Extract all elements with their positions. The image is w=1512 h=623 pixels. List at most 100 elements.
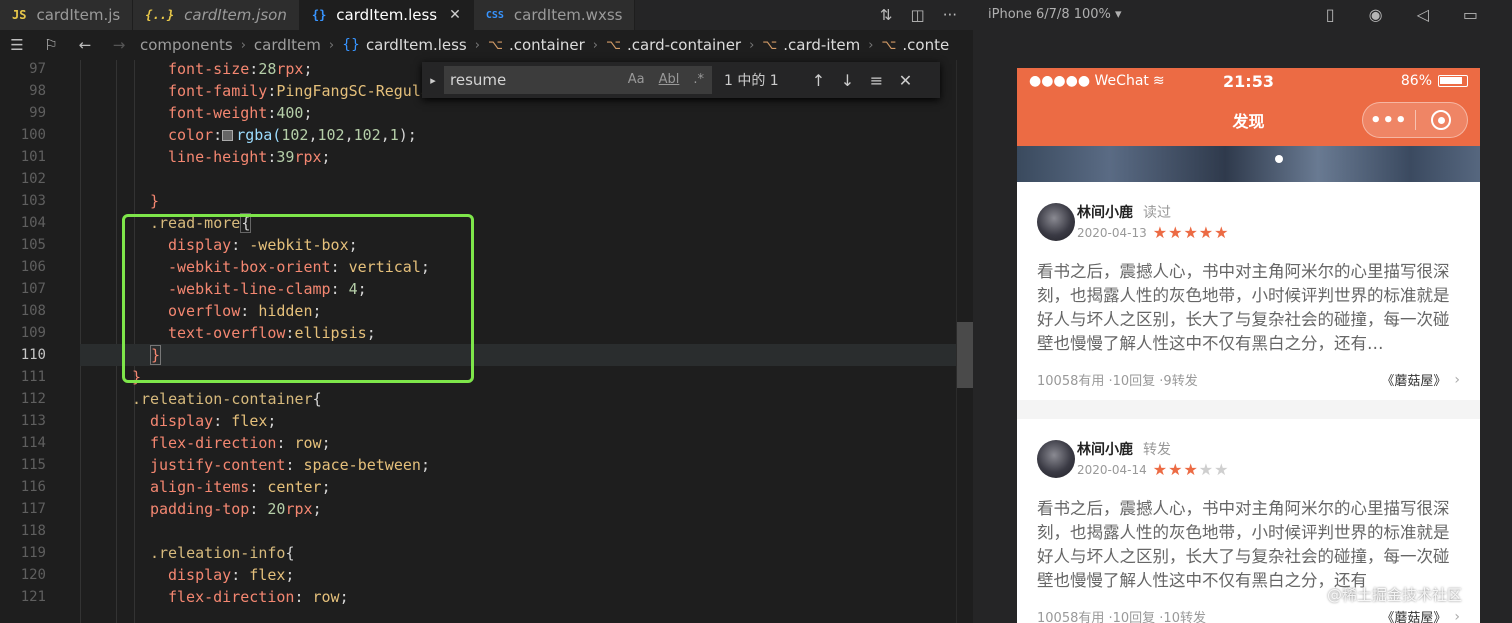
avatar[interactable] bbox=[1037, 439, 1075, 478]
star-filled-icon: ★ bbox=[1214, 223, 1229, 242]
previous-match-icon[interactable]: ↑ bbox=[804, 71, 833, 90]
toggle-replace-icon[interactable]: ▸ bbox=[422, 74, 444, 87]
crumb-file[interactable]: cardItem.less bbox=[366, 36, 467, 54]
user-name[interactable]: 林间小鹿 bbox=[1077, 439, 1133, 459]
chevron-right-icon: › bbox=[868, 37, 874, 53]
next-match-icon[interactable]: ↓ bbox=[833, 71, 862, 90]
whole-word-button[interactable]: Abl bbox=[659, 72, 680, 87]
code-line: 119 .releation-info{ bbox=[20, 544, 295, 562]
navigation-bar: 发现 ••• bbox=[1017, 94, 1480, 146]
close-miniprogram-icon[interactable] bbox=[1415, 110, 1467, 130]
chevron-right-icon: › bbox=[592, 37, 598, 53]
back-arrow-icon[interactable]: ← bbox=[68, 36, 102, 54]
code-line: 101 line-height:39rpx; bbox=[20, 148, 331, 166]
star-filled-icon: ★ bbox=[1198, 223, 1214, 242]
star-filled-icon: ★ bbox=[1168, 223, 1183, 242]
phone-icon[interactable]: ▯ bbox=[1326, 5, 1335, 24]
symbol-icon: ⌥ bbox=[487, 37, 503, 53]
less-file-icon: {} bbox=[342, 37, 360, 53]
avatar[interactable] bbox=[1037, 202, 1075, 241]
window-icon[interactable]: ▭ bbox=[1463, 5, 1478, 24]
star-filled-icon: ★ bbox=[1183, 460, 1198, 479]
js-file-icon: JS bbox=[12, 8, 27, 22]
breadcrumb: ☰ ⚐ ← → components › cardItem › {} cardI… bbox=[0, 30, 973, 60]
regex-button[interactable]: .* bbox=[693, 72, 704, 87]
scrollbar-thumb[interactable] bbox=[957, 322, 973, 388]
record-icon[interactable]: ◉ bbox=[1369, 5, 1383, 24]
color-swatch[interactable] bbox=[222, 130, 234, 141]
review-card[interactable]: 林间小鹿 读过 2020-04-13 ★ ★ ★ ★ ★ 看书之后，震撼人心，书… bbox=[1017, 182, 1480, 400]
chevron-right-icon: › bbox=[240, 37, 246, 53]
close-icon[interactable]: ✕ bbox=[891, 71, 920, 90]
close-icon[interactable]: ✕ bbox=[449, 7, 461, 23]
css-file-icon: CSS bbox=[485, 9, 504, 21]
star-filled-icon: ★ bbox=[1168, 460, 1183, 479]
code-line: 114 flex-direction: row; bbox=[20, 434, 331, 452]
bookmark-icon[interactable]: ⚐ bbox=[34, 36, 68, 54]
tab-label: cardItem.json bbox=[184, 6, 287, 24]
code-line: 115 justify-content: space-between; bbox=[20, 456, 430, 474]
star-empty-icon: ★ bbox=[1198, 460, 1214, 479]
code-line-number: 110 bbox=[20, 347, 46, 363]
forward-arrow-icon[interactable]: → bbox=[102, 36, 136, 54]
chevron-right-icon: › bbox=[328, 37, 335, 53]
phone-screen: ●●●●● WeChat ≋ 21:53 86% 发现 ••• 林间小鹿 读过 … bbox=[1017, 68, 1480, 623]
crumb-carditem[interactable]: cardItem bbox=[254, 36, 321, 54]
code-editor: JS cardItem.js {..} cardItem.json {} car… bbox=[0, 0, 973, 623]
find-options: Aa Abl .* bbox=[628, 72, 704, 87]
code-line: 102 bbox=[20, 171, 46, 187]
compare-icon[interactable]: ⇅ bbox=[880, 6, 893, 24]
review-date: 2020-04-13 bbox=[1077, 226, 1147, 240]
carousel-indicator[interactable] bbox=[1275, 155, 1283, 163]
chevron-right-icon: › bbox=[749, 37, 755, 53]
crumb-container[interactable]: .container bbox=[509, 36, 585, 54]
status-bar: ●●●●● WeChat ≋ 21:53 86% bbox=[1017, 68, 1480, 94]
tab-actions: ⇅ ◫ ··· bbox=[880, 0, 973, 30]
symbol-icon: ⌥ bbox=[605, 37, 621, 53]
editor-tabs: JS cardItem.js {..} cardItem.json {} car… bbox=[0, 0, 973, 30]
tab-label: cardItem.less bbox=[336, 6, 438, 24]
review-meta: 10058有用 ·10回复 ·10转发 《蘑菇屋》 › bbox=[1037, 607, 1460, 623]
volume-icon[interactable]: ◁ bbox=[1417, 5, 1429, 24]
more-icon[interactable]: ··· bbox=[943, 6, 957, 24]
crumb-card-container[interactable]: .card-container bbox=[627, 36, 741, 54]
tab-carditem-wxss[interactable]: CSS cardItem.wxss bbox=[473, 0, 636, 30]
watermark: @稀土掘金技术社区 bbox=[1326, 586, 1462, 604]
simulator-actions: ▯ ◉ ◁ ▭ bbox=[1326, 5, 1512, 24]
review-date: 2020-04-14 bbox=[1077, 463, 1147, 477]
user-action: 读过 bbox=[1143, 205, 1171, 221]
device-select[interactable]: iPhone 6/7/8 100% ▾ bbox=[988, 7, 1122, 22]
review-stats: 10058有用 ·10回复 ·9转发 bbox=[1037, 374, 1198, 389]
less-file-icon: {} bbox=[311, 8, 327, 22]
code-line: 103 } bbox=[20, 192, 160, 210]
menu-capsule: ••• bbox=[1362, 102, 1468, 138]
clock: 21:53 bbox=[1223, 71, 1274, 91]
find-input[interactable]: resume Aa Abl .* bbox=[444, 66, 712, 94]
find-in-selection-icon[interactable]: ≡ bbox=[862, 71, 891, 90]
book-link[interactable]: 《蘑菇屋》 › bbox=[1381, 607, 1460, 623]
crumb-card-item[interactable]: .card-item bbox=[783, 36, 860, 54]
code-line: 121 flex-direction: row; bbox=[20, 588, 349, 606]
banner-image[interactable] bbox=[1017, 146, 1480, 182]
review-text[interactable]: 看书之后，震撼人心，书中对主角阿米尔的心里描写很深刻，也揭露人性的灰色地带，小时… bbox=[1037, 497, 1460, 593]
star-filled-icon: ★ bbox=[1152, 460, 1168, 479]
review-stats: 10058有用 ·10回复 ·10转发 bbox=[1037, 611, 1206, 623]
match-case-button[interactable]: Aa bbox=[628, 72, 645, 87]
code-line: 120 display: flex; bbox=[20, 566, 295, 584]
tab-carditem-js[interactable]: JS cardItem.js bbox=[0, 0, 134, 30]
user-header: 林间小鹿 读过 2020-04-13 ★ ★ ★ ★ ★ bbox=[1037, 202, 1229, 241]
review-text[interactable]: 看书之后，震撼人心，书中对主角阿米尔的心里描写很深刻，也揭露人性的灰色地带，小时… bbox=[1037, 260, 1460, 356]
user-header: 林间小鹿 转发 2020-04-14 ★ ★ ★ ★ ★ bbox=[1037, 439, 1229, 478]
tab-carditem-json[interactable]: {..} cardItem.json bbox=[133, 0, 300, 30]
more-menu-icon[interactable]: ••• bbox=[1363, 110, 1415, 131]
crumb-components[interactable]: components bbox=[140, 36, 233, 54]
list-icon[interactable]: ☰ bbox=[0, 36, 34, 54]
chevron-right-icon: › bbox=[474, 37, 480, 53]
split-editor-icon[interactable]: ◫ bbox=[911, 6, 925, 24]
user-name[interactable]: 林间小鹿 bbox=[1077, 202, 1133, 222]
code-line: 113 display: flex; bbox=[20, 412, 277, 430]
crumb-content[interactable]: .conte bbox=[902, 36, 949, 54]
tab-carditem-less[interactable]: {} cardItem.less ✕ bbox=[299, 0, 474, 30]
book-link[interactable]: 《蘑菇屋》 › bbox=[1381, 370, 1460, 390]
code-line: 112 .releation-container{ bbox=[20, 390, 322, 408]
